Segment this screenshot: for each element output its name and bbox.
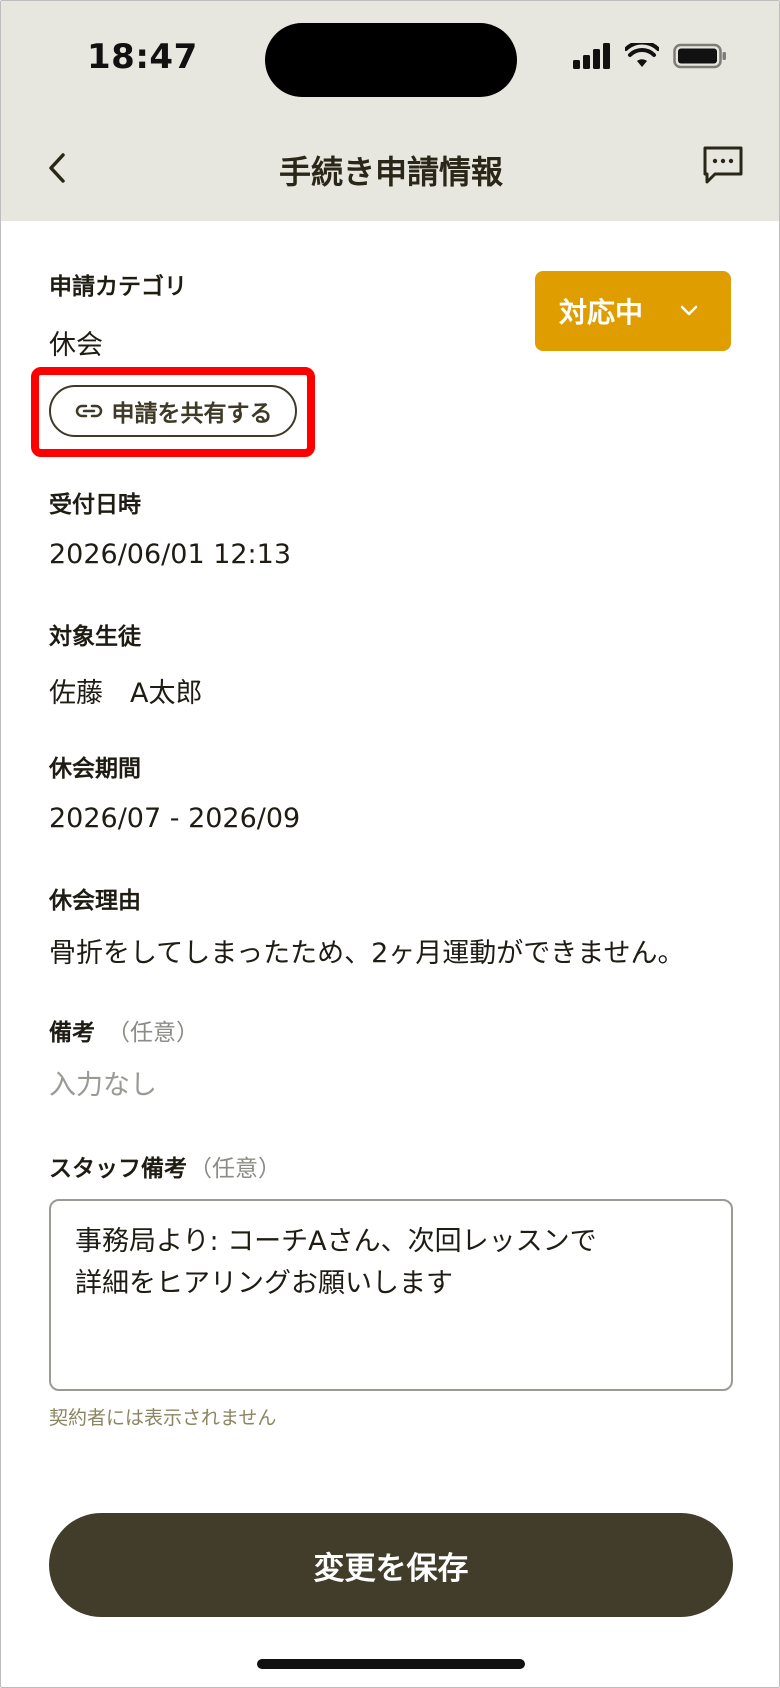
screen: 18:47 手続き申請情報 申請カテゴリ 休会 対応中 申請を共有する 受付日時…: [0, 0, 780, 1688]
student-section: 対象生徒 佐藤 A太郎: [49, 617, 739, 710]
system-icons: [573, 43, 727, 69]
status-time: 18:47: [87, 37, 198, 77]
dynamic-island: [265, 23, 517, 97]
staff-remarks-note: 契約者には表示されません: [49, 1407, 277, 1429]
staff-remarks-textarea[interactable]: 事務局より: コーチAさん、次回レッスンで 詳細をヒアリングお願いします: [49, 1199, 733, 1391]
remarks-label: 備考: [49, 1020, 95, 1046]
period-section: 休会期間 2026/07 - 2026/09: [49, 749, 739, 834]
received-value: 2026/06/01 12:13: [49, 539, 292, 570]
home-indicator: [257, 1659, 525, 1669]
share-request-label: 申請を共有する: [111, 401, 273, 427]
reason-section: 休会理由 骨折をしてしまったため、2ヶ月運動ができません。: [49, 881, 739, 970]
share-request-button[interactable]: 申請を共有する: [49, 385, 297, 437]
chat-bubble-icon: [703, 146, 743, 184]
wifi-icon: [625, 43, 659, 67]
staff-remarks-optional-tag: （任意）: [189, 1156, 281, 1182]
received-label: 受付日時: [49, 492, 141, 518]
remarks-optional-tag: （任意）: [107, 1020, 199, 1046]
reason-label: 休会理由: [49, 888, 141, 914]
period-value: 2026/07 - 2026/09: [49, 803, 301, 834]
remarks-section: 備考 （任意） 入力なし: [49, 1013, 739, 1102]
status-dropdown[interactable]: 対応中: [535, 271, 731, 351]
status-label: 対応中: [559, 296, 644, 329]
student-value: 佐藤 A太郎: [49, 678, 203, 709]
navigation-bar: 手続き申請情報: [1, 119, 779, 221]
staff-remarks-line: 詳細をヒアリングお願いします: [75, 1268, 453, 1299]
battery-icon: [673, 43, 726, 69]
status-bar: 18:47: [1, 1, 779, 119]
staff-remarks-label: スタッフ備考: [49, 1156, 187, 1182]
staff-remarks-label-row: スタッフ備考（任意）: [49, 1149, 739, 1183]
received-section: 受付日時 2026/06/01 12:13: [49, 485, 739, 570]
period-label: 休会期間: [49, 756, 141, 782]
message-button[interactable]: [699, 141, 747, 189]
save-button[interactable]: 変更を保存: [49, 1513, 733, 1617]
student-label: 対象生徒: [49, 624, 141, 650]
link-icon: [75, 404, 102, 418]
remarks-label-row: 備考 （任意）: [49, 1013, 739, 1047]
cellular-signal-icon: [573, 43, 610, 69]
page-title: 手続き申請情報: [278, 153, 503, 191]
remarks-value: 入力なし: [49, 1070, 157, 1101]
chevron-down-icon: [680, 305, 698, 316]
staff-remarks-line: 事務局より: コーチAさん、次回レッスンで: [75, 1226, 597, 1257]
reason-value: 骨折をしてしまったため、2ヶ月運動ができません。: [49, 938, 685, 969]
